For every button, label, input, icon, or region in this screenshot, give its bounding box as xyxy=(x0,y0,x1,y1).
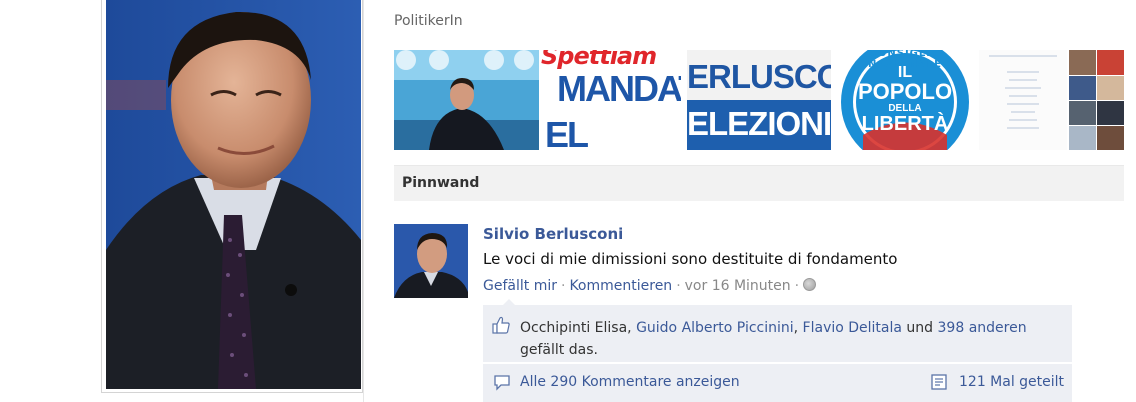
photo-strip-tile-2[interactable]: Spettiam MANDAT EL POPOL xyxy=(541,50,681,150)
comma: , xyxy=(627,320,632,336)
post-message: Le voci di mie dimissioni sono destituit… xyxy=(483,250,898,268)
profile-picture[interactable] xyxy=(106,0,361,389)
likes-summary: Occhipinti Elisa, Guido Alberto Piccinin… xyxy=(520,317,1060,361)
avatar-illustration xyxy=(394,224,468,298)
profile-category[interactable]: PolitikerIn xyxy=(394,13,463,29)
likes-and: und xyxy=(906,320,934,336)
poster-text: EL POPOL xyxy=(545,114,588,150)
collage-thumbnail xyxy=(1069,50,1124,150)
profile-picture-illustration xyxy=(106,0,361,389)
liker-name[interactable]: Occhipinti Elisa xyxy=(520,320,627,336)
left-column xyxy=(0,0,365,402)
wall-header: Pinnwand xyxy=(394,165,1124,201)
poster-text: Spettiam xyxy=(541,50,657,70)
liker-name-link[interactable]: Flavio Delitala xyxy=(803,320,902,336)
poster-text: ELEZIONI xyxy=(687,105,831,142)
liker-name-link[interactable]: Guido Alberto Piccinini xyxy=(636,320,794,336)
rally-photo xyxy=(394,50,539,150)
likes-others-link[interactable]: 398 anderen xyxy=(938,320,1027,336)
comma: , xyxy=(793,320,799,336)
view-all-comments-link[interactable]: Alle 290 Kommentare anzeigen xyxy=(520,374,740,390)
photo-strip-tile-1[interactable] xyxy=(394,50,539,150)
post-timestamp[interactable]: vor 16 Minuten xyxy=(685,278,791,294)
likes-row: Occhipinti Elisa, Guido Alberto Piccinin… xyxy=(483,305,1072,362)
separator: · xyxy=(560,278,566,294)
comment-icon xyxy=(494,375,510,391)
photo-strip: Spettiam MANDAT EL POPOL ERLUSCO ELEZION… xyxy=(394,50,1124,150)
post-author-name[interactable]: Silvio Berlusconi xyxy=(483,225,623,243)
likes-suffix: gefällt das. xyxy=(520,342,598,358)
poster-text-block: IL POPOLO DELLA LIBERTÀ xyxy=(833,64,977,134)
poster-text: ERLUSCO xyxy=(687,58,831,95)
comments-row: Alle 290 Kommentare anzeigen 121 Mal get… xyxy=(483,364,1072,402)
photo-strip-tile-6[interactable] xyxy=(1069,50,1124,150)
shares-count-link[interactable]: 121 Mal geteilt xyxy=(959,374,1064,390)
separator: · xyxy=(794,278,800,294)
comment-link[interactable]: Kommentieren xyxy=(569,278,672,294)
column-divider xyxy=(363,0,364,402)
like-link[interactable]: Gefällt mir xyxy=(483,278,557,294)
post-actions: Gefällt mir · Kommentieren · vor 16 Minuten · xyxy=(483,278,817,294)
feedback-box: Occhipinti Elisa, Guido Alberto Piccinin… xyxy=(483,299,1072,402)
poster-text: MANDAT xyxy=(557,68,681,109)
wall-title[interactable]: Pinnwand xyxy=(402,175,479,191)
photo-strip-tile-3[interactable]: ERLUSCO ELEZIONI xyxy=(687,50,831,150)
poster-text: POPOLO xyxy=(857,79,953,104)
document-thumbnail xyxy=(979,50,1067,150)
profile-picture-frame[interactable] xyxy=(101,0,363,393)
photo-strip-tile-5[interactable] xyxy=(979,50,1067,150)
poster-text: LIBERTÀ xyxy=(861,113,949,135)
post-author-avatar[interactable] xyxy=(394,224,468,298)
separator: · xyxy=(676,278,681,294)
profile-name-cut-off xyxy=(394,0,804,3)
share-icon xyxy=(931,374,947,390)
photo-strip-tile-4[interactable]: CONSIGLIO NAZIONALE IL POPOLO DELLA LIBE… xyxy=(833,50,977,150)
thumbs-up-icon xyxy=(492,316,510,334)
globe-icon xyxy=(803,278,817,291)
